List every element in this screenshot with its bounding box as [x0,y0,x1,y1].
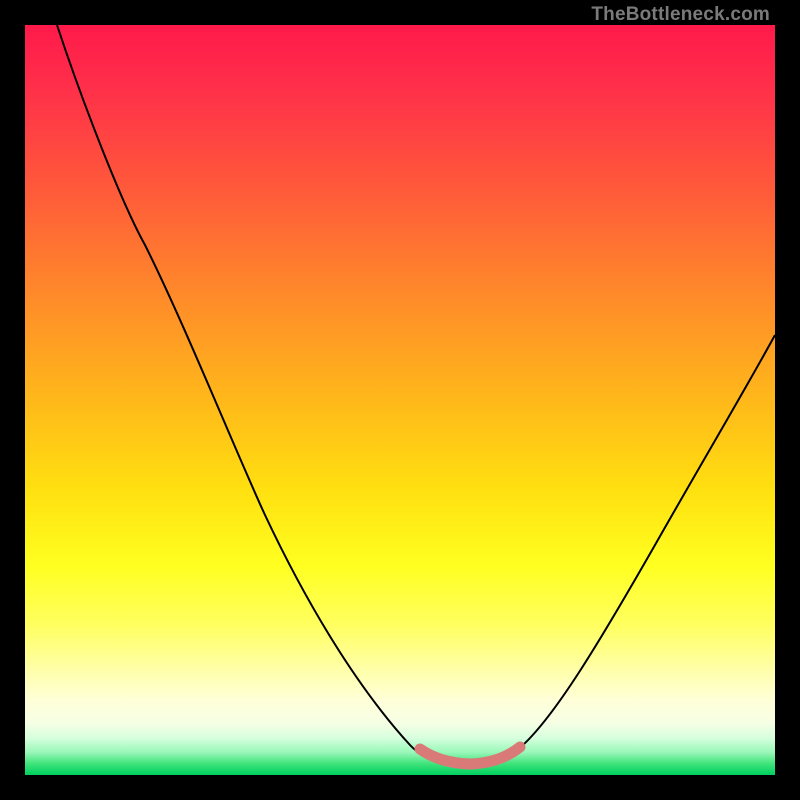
pink-highlight [420,747,520,764]
black-curve [57,25,775,765]
chart-frame: TheBottleneck.com [0,0,800,800]
curve-layer [25,25,775,775]
watermark-text: TheBottleneck.com [591,4,770,26]
plot-area [25,25,775,775]
